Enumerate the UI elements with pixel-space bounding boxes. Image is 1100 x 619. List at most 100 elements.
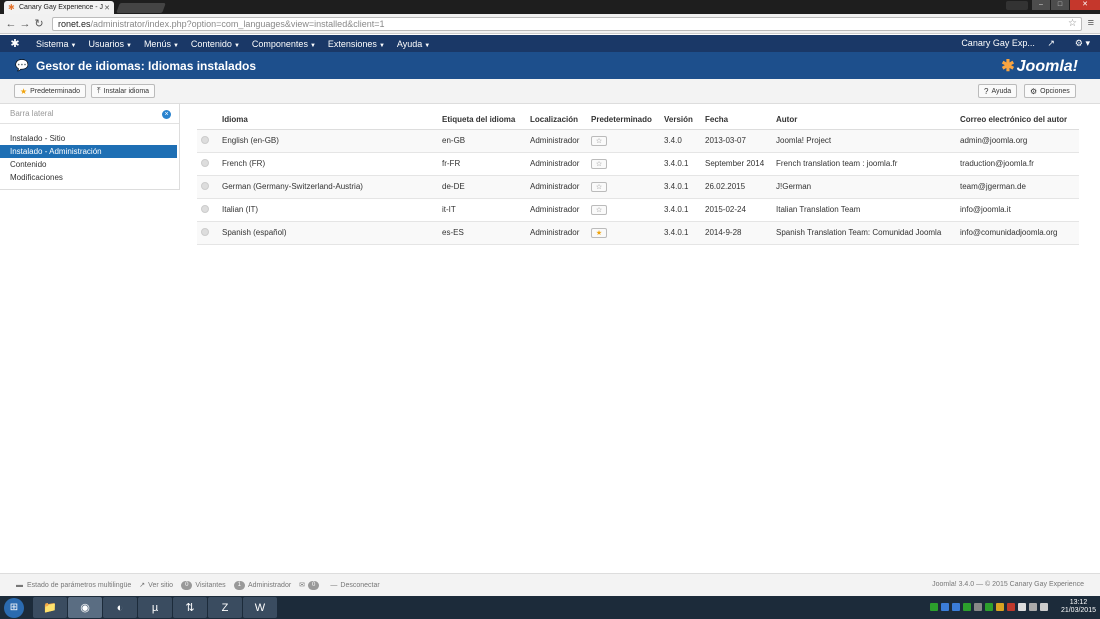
utorrent-taskbar-icon[interactable]: µ bbox=[138, 597, 172, 618]
visitors-badge: 0 bbox=[181, 580, 193, 590]
nav-sistema[interactable]: Sistema ▼ bbox=[36, 39, 76, 49]
chrome-taskbar-icon[interactable]: ◉ bbox=[68, 597, 102, 618]
sidebar-item-content[interactable]: Contenido bbox=[0, 158, 179, 171]
logout-link[interactable]: — Desconectar bbox=[330, 582, 379, 589]
messages-status[interactable]: ✉ 0 bbox=[299, 580, 322, 590]
row-select-radio[interactable] bbox=[201, 158, 209, 167]
sidebar-header: Barra lateral × bbox=[0, 104, 179, 124]
tray-flag-icon[interactable] bbox=[1017, 603, 1026, 611]
author-cell: Italian Translation Team bbox=[776, 198, 960, 222]
browser-tab[interactable]: ✱ Canary Gay Experience - J ✕ bbox=[4, 1, 114, 14]
user-settings-icon[interactable]: ⚙ ▾ bbox=[1075, 38, 1090, 49]
language-cell: English (en-GB) bbox=[222, 129, 442, 153]
multilang-status-link[interactable]: ▬ Estado de parámetros multilingüe bbox=[16, 582, 131, 589]
explorer-taskbar-icon[interactable]: 📁 bbox=[33, 597, 67, 618]
language-cell: Italian (IT) bbox=[222, 198, 442, 222]
nav-usuarios[interactable]: Usuarios ▼ bbox=[88, 39, 131, 49]
start-button[interactable]: ⊞ bbox=[4, 598, 24, 618]
default-button[interactable]: ★ Predeterminado bbox=[14, 84, 86, 98]
minimize-icon[interactable]: – bbox=[1032, 0, 1050, 10]
tray-gray-icon[interactable] bbox=[973, 603, 982, 611]
email-cell: info@joomla.it bbox=[960, 198, 1079, 222]
sidebar-toggle-icon[interactable]: × bbox=[162, 110, 171, 119]
firefox-taskbar-icon[interactable]: ◐ bbox=[103, 597, 137, 618]
location-cell: Administrador bbox=[530, 152, 591, 176]
tray-app-icon[interactable] bbox=[951, 603, 960, 611]
status-bar: ▬ Estado de parámetros multilingüe ↗ Ver s… bbox=[0, 573, 1100, 596]
tray-nvidia-icon[interactable] bbox=[984, 603, 993, 611]
word-taskbar-icon[interactable]: W bbox=[243, 597, 277, 618]
row-select-radio[interactable] bbox=[201, 227, 209, 236]
version-cell: 3.4.0.1 bbox=[664, 152, 705, 176]
minus-icon: — bbox=[330, 581, 338, 589]
tray-green-icon[interactable] bbox=[962, 603, 971, 611]
options-button[interactable]: ⚙ Opciones bbox=[1024, 84, 1076, 98]
column-header[interactable]: Versión bbox=[664, 110, 705, 130]
view-site-link[interactable]: ↗ Ver sitio bbox=[139, 581, 173, 590]
joomla-logo-icon[interactable]: ✱ bbox=[0, 37, 30, 50]
default-button-label: Predeterminado bbox=[30, 87, 80, 95]
email-cell: team@jgerman.de bbox=[960, 175, 1079, 199]
sidebar-item-installed-site[interactable]: Instalado - Sitio bbox=[0, 132, 179, 145]
sidebar-title: Barra lateral bbox=[10, 109, 54, 118]
column-header[interactable]: Localización bbox=[530, 110, 591, 130]
column-header[interactable]: Autor bbox=[776, 110, 960, 130]
default-star-icon[interactable]: ★ bbox=[591, 227, 607, 238]
table-row: German (Germany-Switzerland-Austria) de-D… bbox=[197, 175, 1079, 199]
row-select-radio[interactable] bbox=[201, 181, 209, 190]
tray-yellow-icon[interactable] bbox=[995, 603, 1004, 611]
volume-icon[interactable] bbox=[1039, 603, 1048, 611]
tray-drive-icon[interactable] bbox=[929, 603, 938, 611]
sidebar-item-overrides[interactable]: Modificaciones bbox=[0, 171, 179, 184]
row-select-radio[interactable] bbox=[201, 135, 209, 144]
transfer-taskbar-icon[interactable]: ⇅ bbox=[173, 597, 207, 618]
taskbar-clock[interactable]: 13:12 21/03/2015 bbox=[1061, 599, 1096, 615]
sidebar-item-installed-admin[interactable]: Instalado - Administración bbox=[0, 145, 177, 158]
select-cell bbox=[197, 175, 222, 199]
default-star-icon[interactable]: ☆ bbox=[591, 135, 607, 146]
help-button[interactable]: ? Ayuda bbox=[978, 84, 1018, 98]
external-link-icon: ↗ bbox=[139, 582, 146, 589]
joomla-favicon-icon: ✱ bbox=[8, 2, 15, 12]
new-tab-button[interactable] bbox=[116, 3, 166, 13]
author-cell: Spanish Translation Team: Comunidad Joom… bbox=[776, 221, 960, 245]
default-star-icon[interactable]: ☆ bbox=[591, 181, 607, 192]
column-header[interactable]: Fecha bbox=[705, 110, 776, 130]
external-link-icon: ↗ bbox=[1047, 38, 1055, 48]
maximize-icon[interactable]: □ bbox=[1051, 0, 1069, 10]
reload-icon[interactable]: ↻ bbox=[32, 17, 46, 30]
default-star-icon[interactable]: ☆ bbox=[591, 204, 607, 215]
column-header[interactable]: Correo electrónico del autor bbox=[960, 110, 1079, 130]
joomla-brand-logo: ✱ Joomla! bbox=[1001, 58, 1078, 75]
nav-menus[interactable]: Menús ▼ bbox=[144, 39, 179, 49]
chevron-down-icon: ▼ bbox=[172, 42, 179, 49]
back-icon[interactable]: ← bbox=[4, 18, 18, 30]
url-input[interactable]: ronet.es/administrator/index.php?option=… bbox=[52, 17, 1082, 31]
nav-extensiones[interactable]: Extensiones ▼ bbox=[328, 39, 385, 49]
nav-ayuda[interactable]: Ayuda ▼ bbox=[397, 39, 430, 49]
browser-user-badge[interactable] bbox=[1006, 1, 1028, 10]
default-star-icon[interactable]: ☆ bbox=[591, 158, 607, 169]
filezilla-taskbar-icon[interactable]: Z bbox=[208, 597, 242, 618]
column-header[interactable]: Predeterminado bbox=[591, 110, 664, 130]
window-close-icon[interactable]: ✕ bbox=[1070, 0, 1100, 10]
tray-network-icon[interactable] bbox=[1028, 603, 1037, 611]
forward-icon[interactable]: → bbox=[18, 18, 32, 30]
author-cell: J!German bbox=[776, 175, 960, 199]
column-header[interactable]: Etiqueta del idioma bbox=[442, 110, 530, 130]
column-header[interactable]: Idioma bbox=[222, 110, 442, 130]
language-tag-cell: es-ES bbox=[442, 221, 530, 245]
browser-menu-icon[interactable]: ≡ bbox=[1088, 17, 1094, 29]
select-column-header bbox=[197, 110, 222, 130]
tray-transfer-icon[interactable] bbox=[940, 603, 949, 611]
bookmark-star-icon[interactable]: ☆ bbox=[1068, 18, 1077, 30]
close-tab-icon[interactable]: ✕ bbox=[104, 4, 110, 12]
nav-contenido[interactable]: Contenido ▼ bbox=[191, 39, 240, 49]
row-select-radio[interactable] bbox=[201, 204, 209, 213]
version-cell: 3.4.0.1 bbox=[664, 175, 705, 199]
nav-componentes[interactable]: Componentes ▼ bbox=[252, 39, 316, 49]
site-name-link[interactable]: Canary Gay Exp... ↗ bbox=[961, 38, 1065, 49]
tray-red-icon[interactable] bbox=[1006, 603, 1015, 611]
install-language-button[interactable]: ⤒ Instalar idioma bbox=[91, 84, 156, 98]
options-button-label: Opciones bbox=[1040, 87, 1070, 95]
